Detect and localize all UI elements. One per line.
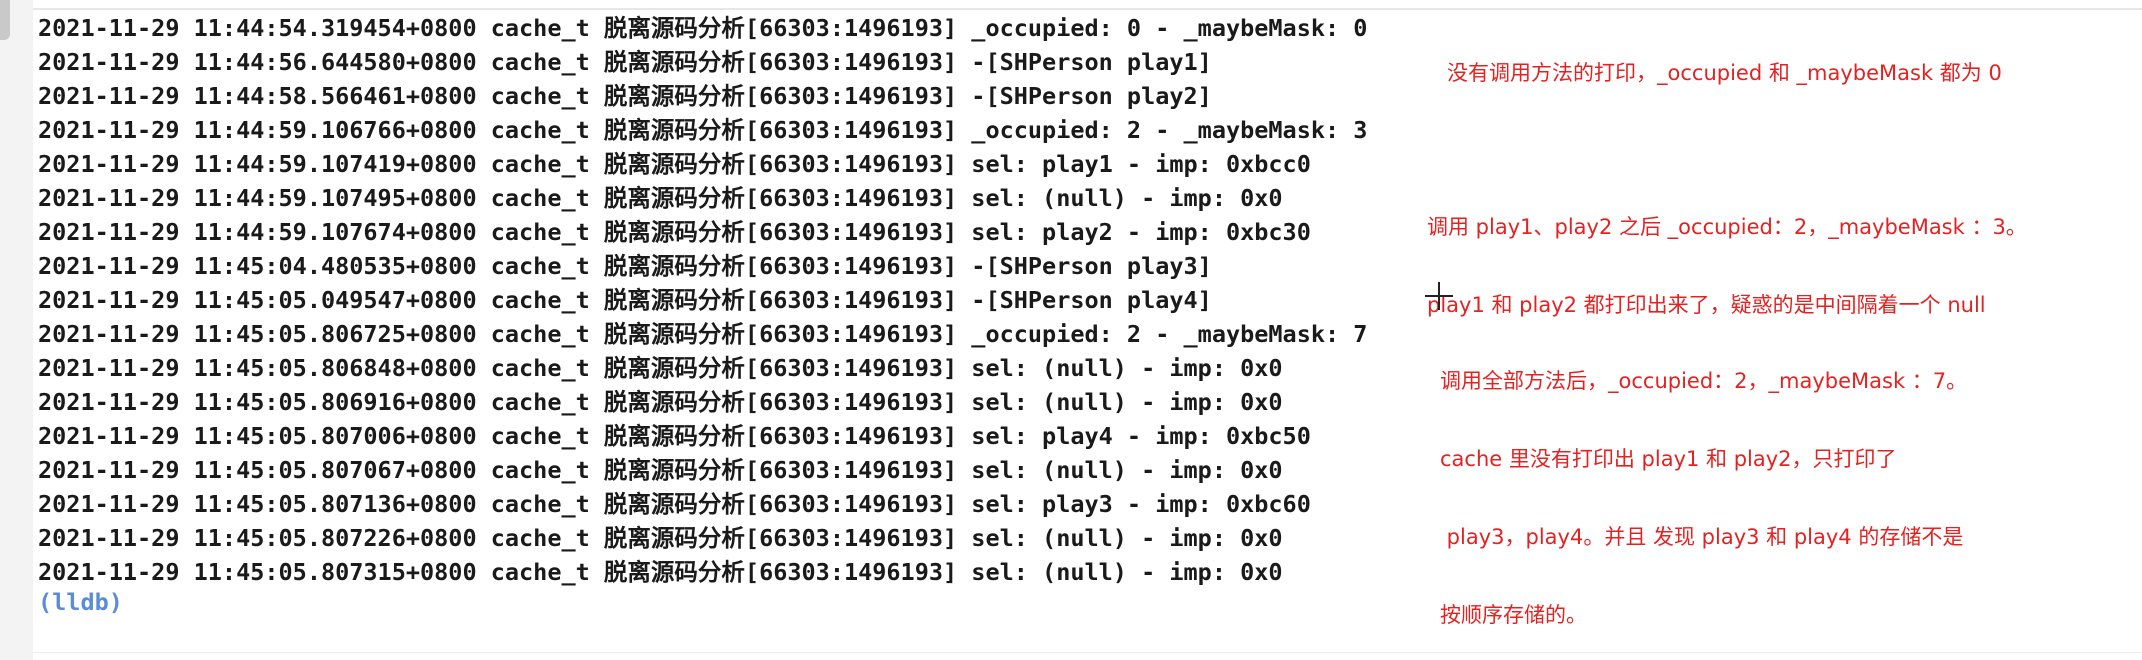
console-line: 2021-11-29 11:45:05.806725+0800 cache_t … [38, 320, 1368, 348]
console-line: 2021-11-29 11:45:05.806916+0800 cache_t … [38, 388, 1283, 416]
console-line: 2021-11-29 11:44:56.644580+0800 cache_t … [38, 48, 1212, 76]
scroll-gutter [0, 0, 33, 660]
console-line: 2021-11-29 11:45:05.806848+0800 cache_t … [38, 354, 1283, 382]
console-line: 2021-11-29 11:44:59.107419+0800 cache_t … [38, 150, 1311, 178]
console-line: 2021-11-29 11:45:05.807226+0800 cache_t … [38, 524, 1283, 552]
lldb-prompt[interactable]: (lldb) [38, 585, 123, 619]
annotation-line: play3，play4。并且 发现 play3 和 play4 的存储不是 [1440, 525, 1964, 549]
console-line: 2021-11-29 11:45:05.807315+0800 cache_t … [38, 558, 1283, 586]
console-line: 2021-11-29 11:44:59.107495+0800 cache_t … [38, 184, 1283, 212]
annotation-line: 调用 play1、play2 之后 _occupied：2，_maybeMask… [1427, 215, 2027, 239]
annotation-line: play1 和 play2 都打印出来了，疑惑的是中间隔着一个 null [1427, 293, 1986, 317]
annotation-after-play1-play2: 调用 play1、play2 之后 _occupied：2，_maybeMask… [1427, 164, 2027, 344]
console-line: 2021-11-29 11:44:54.319454+0800 cache_t … [38, 14, 1368, 42]
annotation-line: 调用全部方法后，_occupied：2，_maybeMask ：7。 [1440, 369, 1968, 393]
console-line: 2021-11-29 11:45:05.807136+0800 cache_t … [38, 490, 1311, 518]
annotation-line: cache 里没有打印出 play1 和 play2，只打印了 [1440, 447, 1897, 471]
console-line: 2021-11-29 11:44:58.566461+0800 cache_t … [38, 82, 1212, 110]
annotation-after-all-calls: 调用全部方法后，_occupied：2，_maybeMask ：7。 cache… [1440, 318, 1967, 654]
console-line: 2021-11-29 11:45:04.480535+0800 cache_t … [38, 252, 1212, 280]
console-line: 2021-11-29 11:44:59.107674+0800 cache_t … [38, 218, 1311, 246]
console-line: 2021-11-29 11:44:59.106766+0800 cache_t … [38, 116, 1368, 144]
console-output: 2021-11-29 11:44:54.319454+0800 cache_t … [38, 11, 1367, 589]
console-line: 2021-11-29 11:45:05.807006+0800 cache_t … [38, 422, 1311, 450]
console-line: 2021-11-29 11:45:05.807067+0800 cache_t … [38, 456, 1283, 484]
annotation-no-calls: 没有调用方法的打印，_occupied 和 _maybeMask 都为 0 [1447, 10, 2002, 112]
bottom-divider [33, 652, 2142, 653]
crosshair-cursor-icon [1425, 282, 1453, 310]
annotation-line: 按顺序存储的。 [1440, 603, 1587, 627]
annotation-line: 没有调用方法的打印，_occupied 和 _maybeMask 都为 0 [1447, 61, 2002, 85]
scrollbar-thumb[interactable] [0, 0, 10, 40]
console-line: 2021-11-29 11:45:05.049547+0800 cache_t … [38, 286, 1212, 314]
